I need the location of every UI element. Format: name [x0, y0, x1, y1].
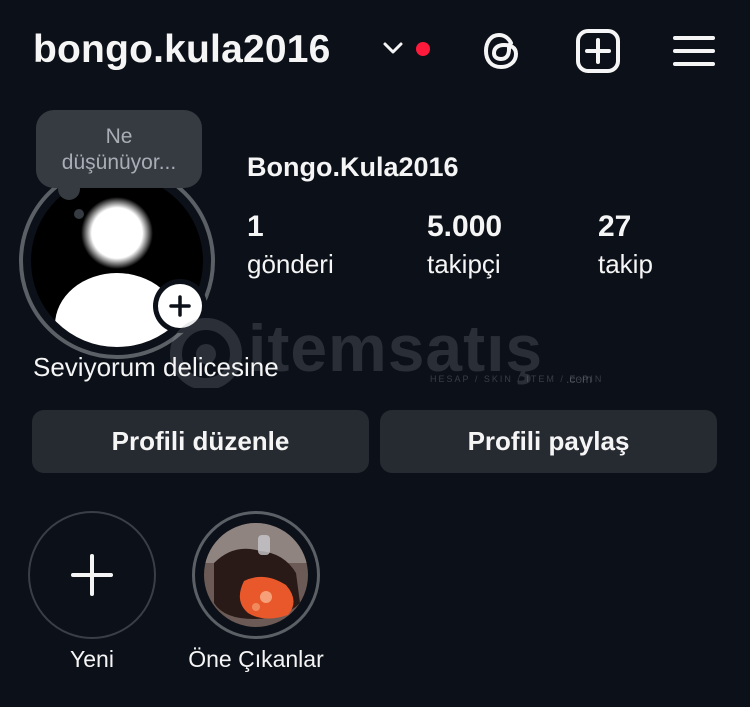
following-count: 27	[598, 210, 632, 243]
highlight-label-new: Yeni	[70, 646, 114, 672]
new-highlight-button[interactable]	[28, 511, 156, 639]
chevron-down-icon[interactable]	[382, 40, 404, 56]
notification-dot	[416, 42, 430, 56]
posts-stat[interactable]: 1 gönderi	[247, 210, 334, 282]
followers-label: takipçi	[427, 249, 501, 279]
note-text: Ne düşünüyor...	[61, 125, 177, 174]
share-profile-button[interactable]: Profili paylaş	[380, 410, 717, 473]
plus-icon	[169, 295, 191, 317]
highlight-label-featured: Öne Çıkanlar	[188, 646, 324, 672]
profile-bio: Seviyorum delicesine	[33, 352, 279, 382]
highlight-cover-image	[204, 523, 308, 627]
edit-profile-button[interactable]: Profili düzenle	[32, 410, 369, 473]
following-label: takip	[598, 249, 653, 279]
display-name: Bongo.Kula2016	[247, 152, 459, 182]
profile-username[interactable]: bongo.kula2016	[33, 28, 331, 72]
followers-stat[interactable]: 5.000 takipçi	[427, 210, 502, 282]
followers-count: 5.000	[427, 210, 503, 243]
note-bubble-tail-dot	[74, 209, 84, 219]
watermark-domain: .com	[566, 372, 593, 386]
plus-icon	[71, 554, 113, 596]
threads-icon[interactable]	[478, 27, 526, 75]
highlight-thumbnail[interactable]	[204, 523, 308, 627]
following-stat[interactable]: 27 takip	[598, 210, 653, 282]
posts-count: 1	[247, 210, 264, 243]
posts-label: gönderi	[247, 249, 334, 279]
plus-square-icon[interactable]	[574, 27, 622, 75]
hamburger-menu-icon[interactable]	[670, 27, 718, 75]
note-bubble[interactable]: Ne düşünüyor...	[36, 110, 202, 188]
